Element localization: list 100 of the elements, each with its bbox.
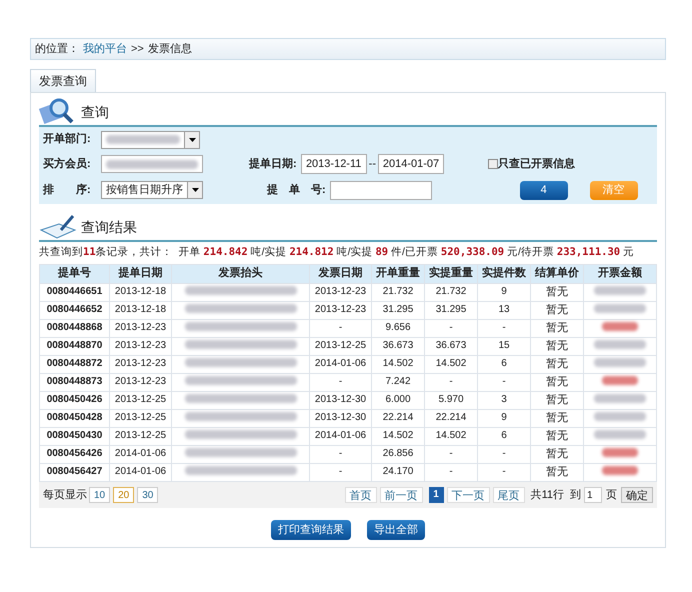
- table-cell: 13: [478, 301, 530, 320]
- table-cell: 22.214: [424, 409, 478, 428]
- table-cell: 2013-12-30: [310, 391, 372, 410]
- page-link[interactable]: 前一页: [380, 486, 423, 503]
- sort-select[interactable]: 按销售日期升序: [101, 181, 203, 199]
- table-cell: -: [424, 445, 478, 464]
- table-cell: 36.673: [424, 337, 478, 356]
- column-header: 开票金额: [584, 264, 656, 284]
- total-rows: 共11行: [530, 486, 564, 503]
- table-cell: -: [310, 319, 372, 338]
- table-cell: 暂无: [530, 301, 584, 320]
- table-cell: 2013-12-30: [310, 409, 372, 428]
- table-cell: 6: [478, 427, 530, 446]
- field-label: 开单部门:: [43, 132, 92, 148]
- table-cell: 暂无: [530, 445, 584, 464]
- table-cell: 0080450426: [40, 391, 110, 410]
- page-link[interactable]: 尾页: [492, 486, 525, 503]
- page-size-option[interactable]: 10: [89, 486, 110, 503]
- page-unit: 页: [606, 488, 617, 502]
- goto-page-field[interactable]: 1: [584, 486, 602, 503]
- table-cell: -: [310, 445, 372, 464]
- table-cell: 2013-12-23: [310, 301, 372, 320]
- table-cell: 暂无: [530, 427, 584, 446]
- table-cell: 36.673: [372, 337, 424, 356]
- tab[interactable]: 发票查询: [30, 69, 96, 92]
- goto-label: 到: [570, 488, 581, 502]
- table-cell: 9: [478, 409, 530, 428]
- order-number-field[interactable]: [330, 180, 432, 200]
- table-cell: -: [424, 319, 478, 338]
- column-header: 提单日期: [110, 264, 172, 284]
- table-cell: 2013-12-25: [310, 337, 372, 356]
- checkbox-label: 只查已开票信息: [498, 156, 575, 172]
- page-size-label: 每页显示: [43, 488, 87, 502]
- table-cell: 2014-01-06: [110, 445, 172, 464]
- confirm-button[interactable]: 确定: [621, 486, 653, 503]
- form-button[interactable]: 4: [520, 180, 568, 200]
- date-separator: --: [368, 156, 376, 172]
- table-cell: 21.732: [372, 283, 424, 302]
- table-cell: 14.502: [424, 427, 478, 446]
- end-date-field[interactable]: 2014-01-07: [378, 154, 444, 174]
- table-cell: 3: [478, 391, 530, 410]
- table-cell: 暂无: [530, 355, 584, 374]
- field-label: 排 序:: [43, 182, 92, 198]
- page-link[interactable]: 下一页: [446, 486, 490, 503]
- table-cell: 2013-12-23: [110, 355, 172, 374]
- table-cell: 0080448872: [40, 355, 110, 374]
- table-cell: 2013-12-18: [110, 283, 172, 302]
- table-cell: 0080450430: [40, 427, 110, 446]
- field-label: 提单日期:: [249, 156, 297, 172]
- page-size-option[interactable]: 30: [137, 486, 158, 503]
- table-cell: 9: [478, 283, 530, 302]
- summary-line: 共查询到11条记录，共计： 开单 214.842 吨/实提 214.812 吨/实提 89 件/已开票 520,338.09 元/待开票 233,111.30 元: [39, 245, 636, 260]
- table-cell: 31.295: [424, 301, 478, 320]
- table-cell: 0080448870: [40, 337, 110, 356]
- table-cell: 7.242: [372, 373, 424, 392]
- column-header: 发票日期: [310, 264, 372, 284]
- table-cell: 0080446652: [40, 301, 110, 320]
- table-cell: 14.502: [372, 427, 424, 446]
- table-cell: 2013-12-25: [110, 391, 172, 410]
- table-cell: -: [478, 463, 530, 482]
- table-cell: 暂无: [530, 463, 584, 482]
- action-button[interactable]: 导出全部: [367, 520, 425, 540]
- table-cell: 2013-12-25: [110, 409, 172, 428]
- section-title: 查询: [81, 103, 109, 122]
- start-date-field[interactable]: 2013-12-11: [300, 154, 367, 174]
- table-cell: 暂无: [530, 283, 584, 302]
- table-cell: 22.214: [372, 409, 424, 428]
- table-cell: 暂无: [530, 391, 584, 410]
- column-header: 结算单价: [530, 264, 584, 284]
- action-button[interactable]: 打印查询结果: [271, 520, 351, 540]
- breadcrumb-prefix: 的位置：: [35, 42, 79, 57]
- table-cell: 26.856: [372, 445, 424, 464]
- table-cell: 暂无: [530, 319, 584, 338]
- table-cell: -: [478, 445, 530, 464]
- column-header: 实提件数: [478, 264, 530, 284]
- field-label: 提 单 号:: [267, 182, 326, 198]
- table-cell: 2013-12-18: [110, 301, 172, 320]
- breadcrumb-separator: >>: [131, 42, 144, 57]
- table-cell: -: [478, 373, 530, 392]
- checkbox[interactable]: [488, 159, 498, 169]
- department-select[interactable]: [101, 130, 200, 148]
- table-cell: 6.000: [372, 391, 424, 410]
- buyer-field[interactable]: [101, 155, 203, 173]
- breadcrumb-link[interactable]: 我的平台: [83, 40, 127, 58]
- page-number[interactable]: 1: [428, 486, 444, 503]
- table-cell: 2013-12-23: [110, 319, 172, 338]
- table-cell: 2013-12-23: [110, 373, 172, 392]
- table-cell: 14.502: [424, 355, 478, 374]
- table-cell: 31.295: [372, 301, 424, 320]
- table-cell: 2014-01-06: [310, 427, 372, 446]
- table-cell: 21.732: [424, 283, 478, 302]
- page-link[interactable]: 首页: [344, 486, 377, 503]
- book-pen-icon: [39, 214, 77, 240]
- table-cell: 0080456426: [40, 445, 110, 464]
- page-size-option[interactable]: 20: [113, 486, 134, 503]
- column-header: 发票抬头: [172, 264, 310, 284]
- table-cell: 0080446651: [40, 283, 110, 302]
- table-cell: 2013-12-23: [110, 337, 172, 356]
- select-value: 按销售日期升序: [106, 182, 183, 198]
- table-cell: -: [310, 463, 372, 482]
